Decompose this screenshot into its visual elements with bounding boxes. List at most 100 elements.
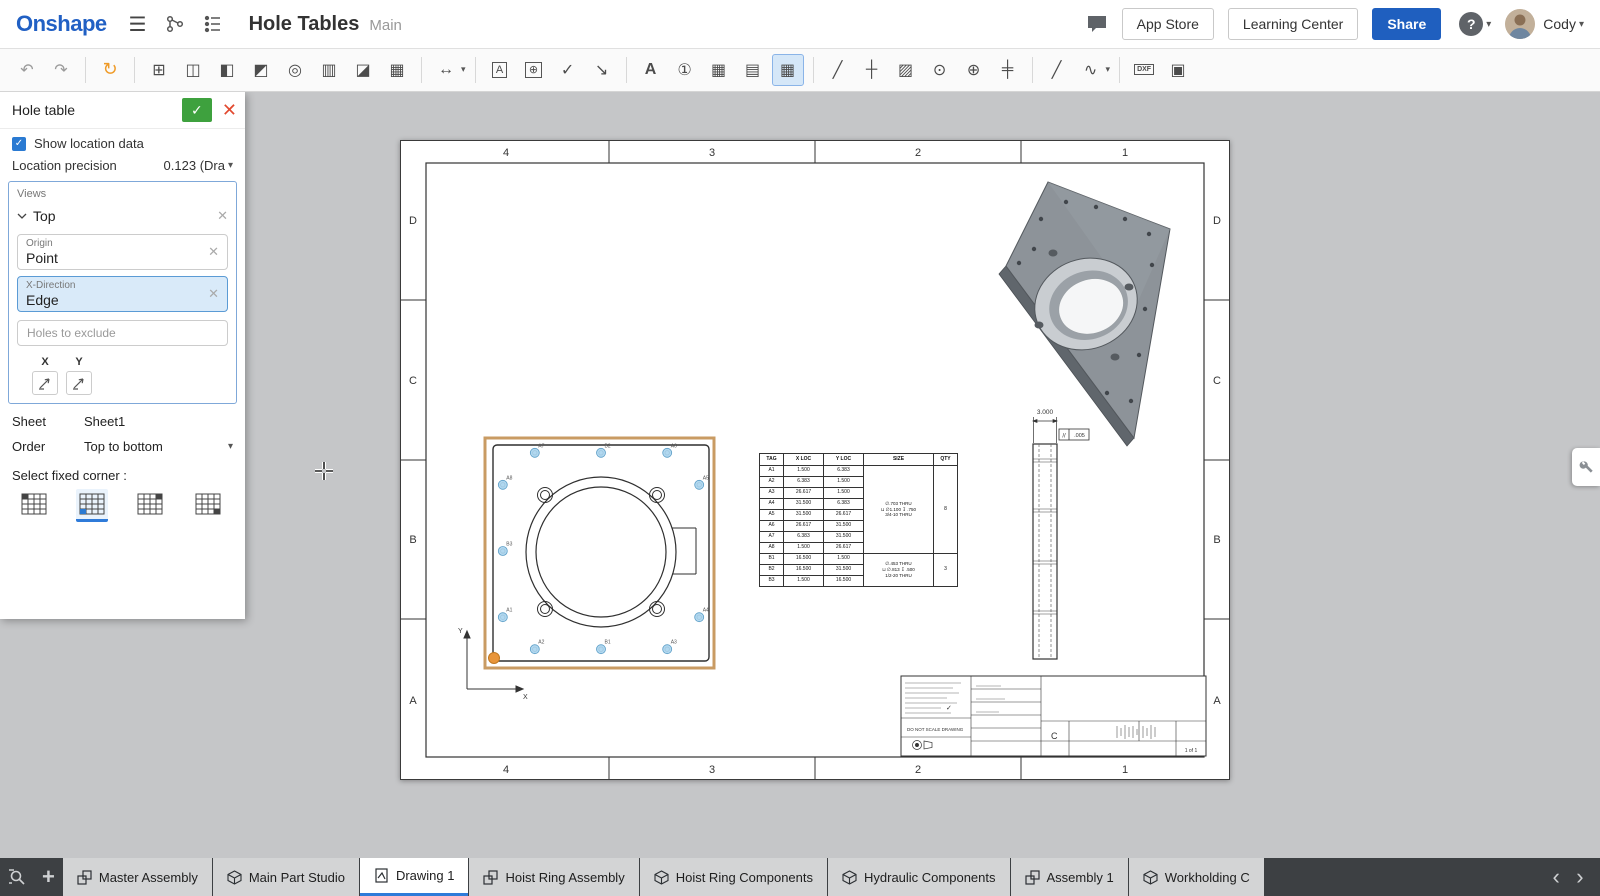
remove-view-icon[interactable]: ✕ xyxy=(217,208,228,224)
order-dropdown[interactable]: Top to bottom xyxy=(84,439,163,454)
weld-symbol-icon[interactable]: ↘ xyxy=(587,55,617,85)
spline-icon[interactable]: ∿ xyxy=(1076,55,1106,85)
origin-marker[interactable] xyxy=(489,653,500,664)
hamburger-menu-icon[interactable]: ☰ xyxy=(129,12,147,37)
feature-list-icon[interactable] xyxy=(203,14,223,34)
dimension-icon[interactable]: ↔ xyxy=(431,55,461,85)
show-location-checkbox[interactable]: ✓ xyxy=(12,137,26,151)
table-icon[interactable]: ▦ xyxy=(704,55,734,85)
note-icon[interactable]: A xyxy=(485,55,515,85)
construction-icon[interactable]: ╪ xyxy=(993,55,1023,85)
table-row: B116.5001.500 ∅.453 THRU ⊔ ∅.813 ↧ .500 … xyxy=(760,554,958,565)
versions-history-icon[interactable] xyxy=(165,14,185,34)
top-view[interactable]: A1 A2 A3 A4 A5 A6 A7 A8 B1 B2 B3 xyxy=(458,438,714,701)
onshape-logo[interactable]: Onshape xyxy=(16,11,107,37)
centermark-icon[interactable]: ┼ xyxy=(857,55,887,85)
inspection-symbol-icon[interactable]: ① xyxy=(670,55,700,85)
help-button[interactable]: ? xyxy=(1459,12,1483,36)
undo-icon[interactable]: ↶ xyxy=(12,55,42,85)
broken-view-icon[interactable]: ▥ xyxy=(314,55,344,85)
user-name[interactable]: Cody xyxy=(1543,16,1576,32)
help-caret-icon[interactable]: ▾ xyxy=(1486,19,1491,30)
tabs-scroll-right-button[interactable]: › xyxy=(1576,866,1583,888)
clear-origin-icon[interactable]: ✕ xyxy=(208,244,219,260)
sync-icon[interactable]: ↻ xyxy=(95,55,125,85)
zone-label: D xyxy=(1213,215,1221,227)
tab-workholding[interactable]: Workholding C xyxy=(1129,858,1264,896)
drawing-hole-table[interactable]: TAG X LOC Y LOC SIZE QTY A11.5006.383 ∅.… xyxy=(759,453,958,587)
confirm-button[interactable]: ✓ xyxy=(182,98,212,122)
fixed-corner-bottom-right-button[interactable] xyxy=(192,489,224,519)
sheet-label: Sheet xyxy=(12,414,84,429)
dialog-title: Hole table xyxy=(12,102,182,118)
search-tabs-icon[interactable] xyxy=(8,868,28,886)
dimension-caret-icon[interactable]: ▾ xyxy=(461,64,466,75)
spline-caret-icon[interactable]: ▾ xyxy=(1106,64,1111,75)
tab-assembly-1[interactable]: Assembly 1 xyxy=(1011,858,1128,896)
clear-xdirection-icon[interactable]: ✕ xyxy=(208,286,219,302)
size-group-b: ∅.453 THRU ⊔ ∅.813 ↧ .500 1/2-20 THRU xyxy=(864,554,934,587)
isometric-view[interactable] xyxy=(999,182,1170,446)
circle-icon[interactable]: ⊙ xyxy=(925,55,955,85)
holes-exclude-input[interactable]: Holes to exclude xyxy=(17,320,228,346)
tab-main-part-studio[interactable]: Main Part Studio xyxy=(213,858,359,896)
learning-center-button[interactable]: Learning Center xyxy=(1228,8,1358,40)
auxiliary-view-icon[interactable]: ◩ xyxy=(246,55,276,85)
title-block[interactable]: DO NOT SCALE DRAWING C 1 of 1 ✓ xyxy=(901,676,1206,756)
cancel-button[interactable]: ✕ xyxy=(222,100,237,121)
user-avatar[interactable] xyxy=(1505,9,1535,39)
share-button[interactable]: Share xyxy=(1372,8,1441,40)
user-caret-icon[interactable]: ▾ xyxy=(1579,19,1584,30)
zone-label: 4 xyxy=(503,147,509,159)
tab-hydraulic-components[interactable]: Hydraulic Components xyxy=(828,858,1010,896)
fixed-corner-label: Select fixed corner : xyxy=(0,454,245,489)
flip-y-button[interactable] xyxy=(66,371,92,395)
fixed-corner-bottom-left-button[interactable] xyxy=(76,489,108,522)
hole-tag: B3 xyxy=(506,542,512,548)
hole-tag: A6 xyxy=(671,443,677,449)
xdirection-field[interactable]: X-Direction Edge ✕ xyxy=(17,276,228,312)
centerline-icon[interactable]: ╱ xyxy=(823,55,853,85)
bom-table-icon[interactable]: ▤ xyxy=(738,55,768,85)
text-icon[interactable]: A xyxy=(636,55,666,85)
tab-master-assembly[interactable]: Master Assembly xyxy=(63,858,212,896)
line-icon[interactable]: ╱ xyxy=(1042,55,1072,85)
order-caret-icon[interactable]: ▾ xyxy=(228,441,233,452)
axis-x-label: X xyxy=(523,694,528,701)
callout-icon[interactable]: ⊕ xyxy=(519,55,549,85)
view-row-top[interactable]: Top ✕ xyxy=(17,204,228,228)
tools-flyout-tab[interactable] xyxy=(1572,448,1600,486)
origin-label: Origin xyxy=(26,238,219,249)
hole-table-icon[interactable]: ▦ xyxy=(772,54,804,86)
zone-label: A xyxy=(1213,695,1221,707)
hole-table-header-row: TAG X LOC Y LOC SIZE QTY xyxy=(760,454,958,466)
redo-icon[interactable]: ↷ xyxy=(46,55,76,85)
flip-x-button[interactable] xyxy=(32,371,58,395)
workspace-name[interactable]: Main xyxy=(369,17,402,34)
surface-finish-icon[interactable]: ✓ xyxy=(553,55,583,85)
break-out-section-icon[interactable]: ◪ xyxy=(348,55,378,85)
insert-view-icon[interactable]: ⊞ xyxy=(144,55,174,85)
center-of-mass-icon[interactable]: ⊕ xyxy=(959,55,989,85)
section-view-icon[interactable]: ◧ xyxy=(212,55,242,85)
comments-icon[interactable] xyxy=(1086,14,1108,34)
add-tab-button[interactable]: + xyxy=(42,866,55,888)
area-hatch-icon[interactable]: ▨ xyxy=(891,55,921,85)
app-store-button[interactable]: App Store xyxy=(1122,8,1214,40)
tabs-scroll-left-button[interactable]: ‹ xyxy=(1552,866,1559,888)
fixed-corner-top-left-button[interactable] xyxy=(18,489,50,519)
origin-field[interactable]: Origin Point ✕ xyxy=(17,234,228,270)
precision-dropdown[interactable]: 0.123 (Dra ▾ xyxy=(164,158,233,173)
projected-view-icon[interactable]: ◫ xyxy=(178,55,208,85)
insert-image-icon[interactable]: ▣ xyxy=(1163,55,1193,85)
detail-view-icon[interactable]: ◎ xyxy=(280,55,310,85)
side-view[interactable]: 3.000 // .005 xyxy=(1033,409,1089,659)
hole-tag: B1 xyxy=(605,640,611,646)
tab-hoist-ring-components[interactable]: Hoist Ring Components xyxy=(640,858,827,896)
tab-hoist-ring-assembly[interactable]: Hoist Ring Assembly xyxy=(469,858,638,896)
tab-drawing-1[interactable]: Drawing 1 xyxy=(360,858,469,896)
crop-view-icon[interactable]: ▦ xyxy=(382,55,412,85)
fixed-corner-top-right-button[interactable] xyxy=(134,489,166,519)
dxf-export-icon[interactable]: DXF xyxy=(1129,55,1159,85)
hole-marker xyxy=(597,448,606,457)
